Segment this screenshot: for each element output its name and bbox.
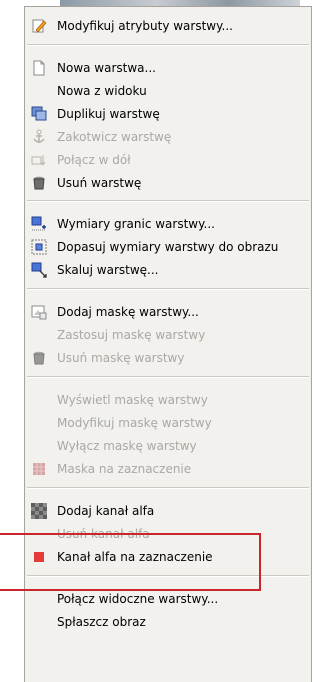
menu-item-label: Zastosuj maskę warstwy — [57, 328, 206, 342]
separator — [27, 376, 309, 378]
edit-icon — [31, 18, 47, 34]
anchor-icon — [31, 129, 47, 145]
menu-item-label: Modyfikuj maskę warstwy — [57, 416, 212, 430]
menu-item-label: Wyświetl maskę warstwy — [57, 393, 208, 407]
menu-item-disable-layer-mask[interactable]: Wyłącz maskę warstwy — [25, 435, 311, 457]
annotation-highlight-box — [0, 533, 261, 591]
menu-item-show-layer-mask[interactable]: Wyświetl maskę warstwy — [25, 389, 311, 411]
menu-item-label: Zakotwicz warstwę — [57, 130, 172, 144]
trash-icon — [31, 175, 47, 191]
fit-to-image-icon — [31, 239, 47, 255]
menu-item-label: Nowa z widoku — [57, 84, 147, 98]
separator — [27, 288, 309, 290]
menu-item-merge-visible[interactable]: Połącz widoczne warstwy... — [25, 588, 311, 610]
separator — [27, 487, 309, 489]
menu-item-label: Duplikuj warstwę — [57, 107, 160, 121]
menu-item-flatten-image[interactable]: Spłaszcz obraz — [25, 611, 311, 633]
menu-item-mask-to-selection[interactable]: Maska na zaznaczenie — [25, 458, 311, 480]
trash-icon — [31, 350, 47, 366]
alpha-checker-icon — [31, 503, 47, 519]
boundary-size-icon — [31, 216, 47, 232]
menu-item-label: Skaluj warstwę... — [57, 263, 159, 277]
menu-item-label: Usuń warstwę — [57, 176, 142, 190]
menu-item-add-layer-mask[interactable]: Dodaj maskę warstwy... — [25, 301, 311, 323]
menu-item-label: Połącz widoczne warstwy... — [57, 592, 219, 606]
menu-item-new-from-visible[interactable]: Nowa z widoku — [25, 80, 311, 102]
layer-mask-icon — [31, 304, 47, 320]
new-layer-icon — [31, 60, 47, 76]
menu-item-add-alpha-channel[interactable]: Dodaj kanał alfa — [25, 500, 311, 522]
separator — [27, 44, 309, 46]
merge-down-icon — [31, 152, 47, 168]
duplicate-icon — [31, 106, 47, 122]
menu-item-label: Dodaj maskę warstwy... — [57, 305, 199, 319]
menu-item-merge-down[interactable]: Połącz w dół — [25, 149, 311, 171]
menu-item-label: Połącz w dół — [57, 153, 131, 167]
menu-item-layer-to-image-size[interactable]: Dopasuj wymiary warstwy do obrazu — [25, 236, 311, 258]
menu-item-label: Modyfikuj atrybuty warstwy... — [57, 19, 233, 33]
menu-item-edit-layer-mask[interactable]: Modyfikuj maskę warstwy — [25, 412, 311, 434]
menu-item-duplicate-layer[interactable]: Duplikuj warstwę — [25, 103, 311, 125]
mask-selection-icon — [31, 461, 47, 477]
menu-item-layer-boundary-size[interactable]: Wymiary granic warstwy... — [25, 213, 311, 235]
menu-item-label: Wyłącz maskę warstwy — [57, 439, 197, 453]
scale-icon — [31, 262, 47, 278]
menu-item-label: Dodaj kanał alfa — [57, 504, 155, 518]
menu-item-edit-attributes[interactable]: Modyfikuj atrybuty warstwy... — [25, 15, 311, 37]
menu-item-scale-layer[interactable]: Skaluj warstwę... — [25, 259, 311, 281]
menu-item-label: Wymiary granic warstwy... — [57, 217, 215, 231]
menu-item-apply-layer-mask[interactable]: Zastosuj maskę warstwy — [25, 324, 311, 346]
menu-item-anchor-layer[interactable]: Zakotwicz warstwę — [25, 126, 311, 148]
menu-item-label: Spłaszcz obraz — [57, 615, 146, 629]
menu-item-label: Dopasuj wymiary warstwy do obrazu — [57, 240, 279, 254]
menu-item-label: Maska na zaznaczenie — [57, 462, 192, 476]
menu-item-delete-layer[interactable]: Usuń warstwę — [25, 172, 311, 194]
separator — [27, 200, 309, 202]
menu-item-new-layer[interactable]: Nowa warstwa... — [25, 57, 311, 79]
menu-item-label: Usuń maskę warstwy — [57, 351, 185, 365]
menu-item-delete-layer-mask[interactable]: Usuń maskę warstwy — [25, 347, 311, 369]
menu-item-label: Nowa warstwa... — [57, 61, 156, 75]
